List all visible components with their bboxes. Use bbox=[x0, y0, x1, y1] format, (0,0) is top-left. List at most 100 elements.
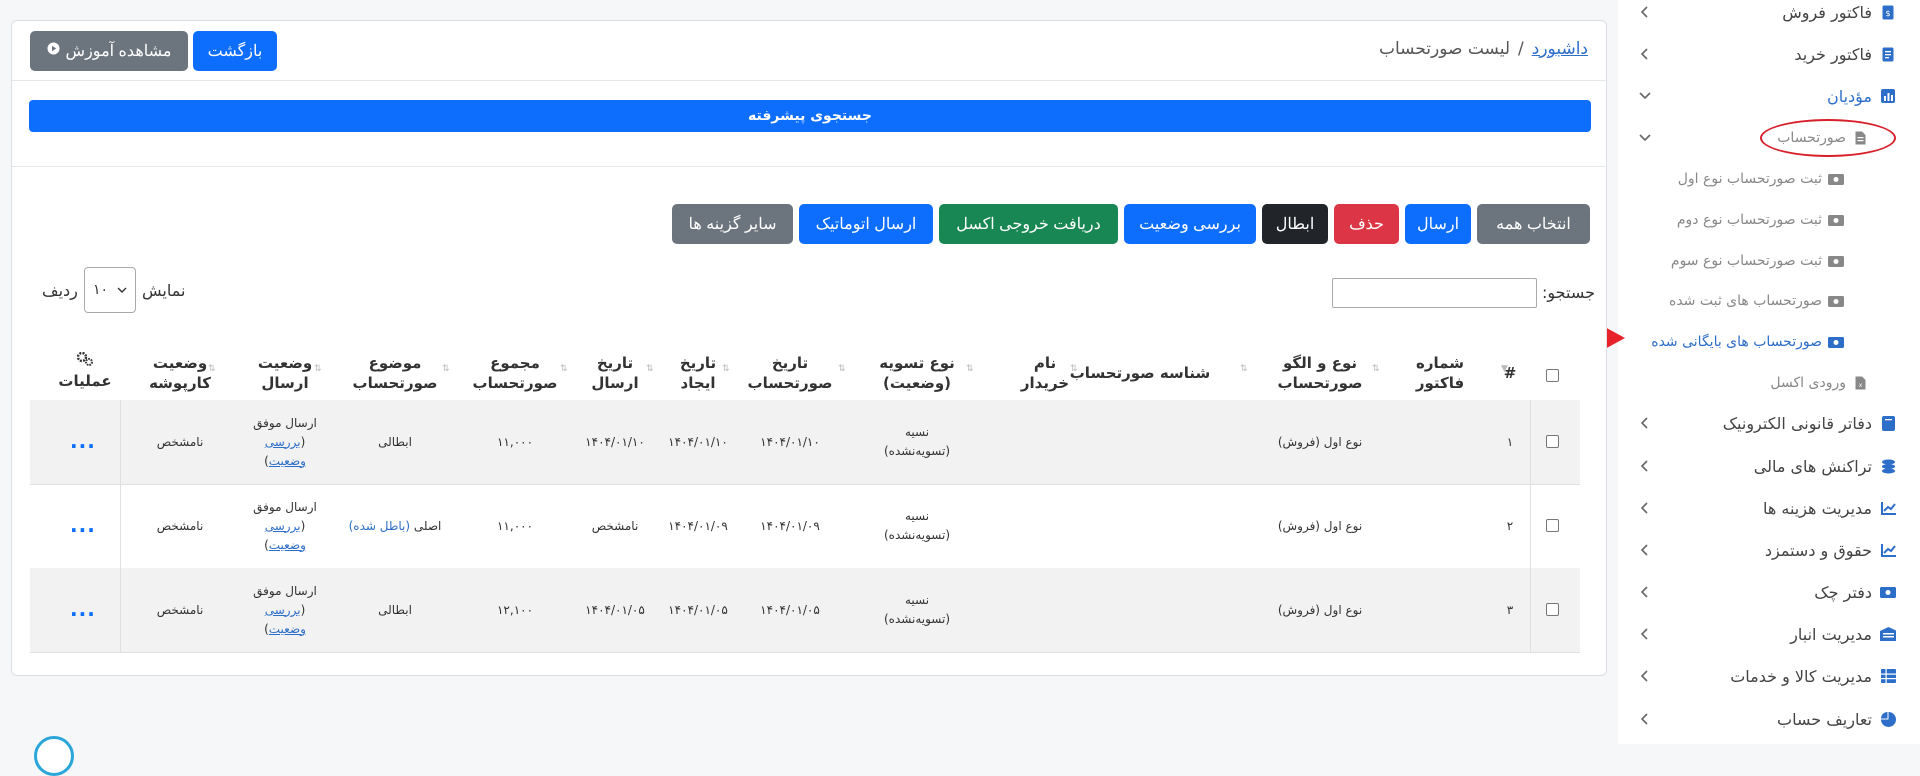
check-status-link[interactable]: بررسی bbox=[265, 435, 301, 449]
sidebar-item-register-type2[interactable]: ثبت صورتحساب نوع دوم bbox=[1618, 200, 1920, 240]
cell-settlement: نسیه (تسویه‌نشده) bbox=[884, 425, 951, 458]
chevron-left-icon bbox=[1638, 627, 1652, 641]
column-header-invoice-number[interactable]: شماره فاکتور bbox=[1400, 348, 1480, 398]
search-input[interactable] bbox=[1332, 278, 1537, 308]
support-chat-button[interactable] bbox=[34, 736, 74, 776]
column-header-operations: عملیات bbox=[50, 344, 120, 398]
more-options-icon[interactable]: ... bbox=[70, 431, 96, 451]
pie-icon bbox=[1880, 711, 1896, 727]
money-icon bbox=[1828, 293, 1844, 309]
svg-text:$: $ bbox=[1885, 9, 1890, 18]
column-header-invoice-type[interactable]: نوع و الگو صورتحساب bbox=[1260, 348, 1380, 398]
other-options-button[interactable]: سایر گزینه ها bbox=[672, 204, 793, 244]
chevron-down-icon bbox=[117, 282, 127, 298]
column-header-buyer-name[interactable]: نام خریدار bbox=[990, 348, 1100, 398]
sidebar-item-register-type1[interactable]: ثبت صورتحساب نوع اول bbox=[1618, 159, 1920, 199]
grid-icon bbox=[1880, 668, 1896, 684]
cell-settlement: نسیه (تسویه‌نشده) bbox=[884, 593, 951, 626]
check-status-link[interactable]: وضعیت bbox=[269, 454, 306, 468]
column-header-send-status[interactable]: وضعیت ارسال bbox=[240, 348, 330, 398]
excel-export-button[interactable]: دریافت خروجی اکسل bbox=[939, 204, 1118, 244]
row-checkbox[interactable] bbox=[1546, 603, 1559, 616]
select-all-button[interactable]: انتخاب همه bbox=[1477, 204, 1590, 244]
cell-invoice-type: نوع اول (فروش) bbox=[1277, 518, 1363, 533]
cancel-invoice-button[interactable]: ابطال bbox=[1262, 204, 1328, 244]
check-status-link[interactable]: وضعیت bbox=[269, 622, 306, 636]
sidebar-item-checkbook[interactable]: دفتر چک bbox=[1618, 572, 1920, 612]
chevron-left-icon bbox=[1638, 47, 1652, 61]
sidebar-item-excel-input[interactable]: x ورودی اکسل bbox=[1618, 363, 1920, 403]
sidebar-item-purchase-invoice[interactable]: فاکتور خرید bbox=[1618, 34, 1920, 74]
chevron-left-icon bbox=[1638, 501, 1652, 515]
check-icon bbox=[1880, 584, 1896, 600]
cell-created-date: ۱۴۰۴/۰۱/۱۰ bbox=[668, 434, 728, 449]
column-header-created-date[interactable]: تاریخ ایجاد bbox=[658, 348, 738, 398]
cell-total: ۱۲,۱۰۰ bbox=[496, 602, 534, 617]
advanced-search-button[interactable]: جستجوی پیشرفته bbox=[29, 100, 1591, 132]
divider bbox=[12, 166, 1606, 167]
card-header: داشبورد / لیست صورتحساب بازگشت مشاهده آم… bbox=[12, 21, 1606, 81]
back-button[interactable]: بازگشت bbox=[193, 31, 277, 71]
select-all-checkbox[interactable] bbox=[1546, 369, 1559, 382]
chart-icon bbox=[1880, 88, 1896, 104]
sidebar-item-registered-invoices[interactable]: صورتحساب های ثبت شده bbox=[1618, 281, 1920, 321]
sidebar-item-payroll[interactable]: حقوق و دستمزد bbox=[1618, 530, 1920, 570]
sidebar: $ فاکتور فروش فاکتور خرید مؤدیان صورتحسا… bbox=[1618, 0, 1920, 744]
cell-subject: اصلی (باطل شده) bbox=[348, 518, 442, 533]
more-options-icon[interactable]: ... bbox=[70, 599, 96, 619]
check-status-link[interactable]: بررسی bbox=[265, 519, 301, 533]
cell-invoice-date: ۱۴۰۴/۰۱/۱۰ bbox=[760, 434, 820, 449]
column-header-num[interactable]: # bbox=[1475, 348, 1545, 398]
delete-button[interactable]: حذف bbox=[1334, 204, 1399, 244]
breadcrumb-dashboard-link[interactable]: داشبورد bbox=[1532, 39, 1588, 59]
cell-sent-date: نامشخص bbox=[591, 518, 639, 533]
table-divider bbox=[30, 652, 1580, 653]
check-status-link[interactable]: وضعیت bbox=[269, 538, 306, 552]
column-header-sent-date[interactable]: تاریخ ارسال bbox=[575, 348, 655, 398]
cell-settlement: نسیه (تسویه‌نشده) bbox=[884, 509, 951, 542]
cell-send-status: ارسال موفق (بررسی وضعیت) bbox=[253, 415, 317, 468]
sidebar-item-goods-services[interactable]: مدیریت کالا و خدمات bbox=[1618, 656, 1920, 696]
sidebar-item-register-type3[interactable]: ثبت صورتحساب نوع سوم bbox=[1618, 241, 1920, 281]
sidebar-item-taxpayers[interactable]: مؤدیان bbox=[1618, 76, 1920, 116]
row-checkbox[interactable] bbox=[1546, 435, 1559, 448]
cell-subject: ابطالی bbox=[378, 602, 412, 617]
search-label: جستجو: bbox=[1542, 283, 1595, 302]
sidebar-item-expense-management[interactable]: مدیریت هزینه ها bbox=[1618, 488, 1920, 528]
invoice-table: # ▼ شماره فاکتور ⇅ نوع و الگو صورتحساب ⇅ ش… bbox=[30, 338, 1580, 658]
length-show-label: نمایش bbox=[142, 281, 186, 300]
column-header-invoice-date[interactable]: تاریخ صورتحساب bbox=[740, 348, 840, 398]
column-header-folder-status[interactable]: وضعیت کارپوشه bbox=[135, 348, 225, 398]
column-header-subject[interactable]: موضوع صورتحساب bbox=[340, 348, 450, 398]
page-length-select[interactable]: ۱۰ bbox=[84, 267, 136, 313]
check-status-button[interactable]: بررسی وضعیت bbox=[1124, 204, 1256, 244]
sidebar-item-electronic-ledgers[interactable]: دفاتر قانونی الکترونیک bbox=[1618, 403, 1920, 443]
sidebar-item-sales-invoice[interactable]: $ فاکتور فروش bbox=[1618, 0, 1920, 32]
cell-invoice-type: نوع اول (فروش) bbox=[1277, 434, 1363, 449]
breadcrumb-current: لیست صورتحساب bbox=[1378, 39, 1511, 59]
column-header-settlement[interactable]: نوع تسویه (وضعیت) bbox=[857, 348, 977, 398]
send-button[interactable]: ارسال bbox=[1405, 204, 1471, 244]
sidebar-item-account-definitions[interactable]: تعاریف حساب bbox=[1618, 699, 1920, 739]
column-header-total[interactable]: مجموع صورتحساب bbox=[460, 348, 570, 398]
cell-num: ۳ bbox=[1506, 602, 1514, 617]
money-icon bbox=[1828, 334, 1844, 350]
sidebar-item-financial-transactions[interactable]: تراکنش های مالی bbox=[1618, 446, 1920, 486]
sort-desc-icon: ▼ bbox=[1501, 364, 1508, 374]
chevron-left-icon bbox=[1638, 712, 1652, 726]
chevron-left-icon bbox=[1638, 585, 1652, 599]
sidebar-item-warehouse[interactable]: مدیریت انبار bbox=[1618, 614, 1920, 654]
row-checkbox[interactable] bbox=[1546, 519, 1559, 532]
coins-icon bbox=[1880, 458, 1896, 474]
check-status-link[interactable]: بررسی bbox=[265, 603, 301, 617]
cell-created-date: ۱۴۰۴/۰۱/۰۵ bbox=[668, 602, 728, 617]
breadcrumb: داشبورد / لیست صورتحساب bbox=[1379, 39, 1588, 59]
cell-folder-status: نامشخص bbox=[156, 602, 204, 617]
column-divider bbox=[120, 400, 121, 652]
sidebar-item-archived-invoices[interactable]: صورتحساب های بایگانی شده bbox=[1618, 322, 1920, 362]
chevron-left-icon bbox=[1638, 543, 1652, 557]
auto-send-button[interactable]: ارسال اتوماتیک bbox=[799, 204, 933, 244]
more-options-icon[interactable]: ... bbox=[70, 515, 96, 535]
watch-tutorial-button[interactable]: مشاهده آموزش bbox=[30, 31, 188, 71]
cell-sent-date: ۱۴۰۴/۰۱/۱۰ bbox=[585, 434, 645, 449]
